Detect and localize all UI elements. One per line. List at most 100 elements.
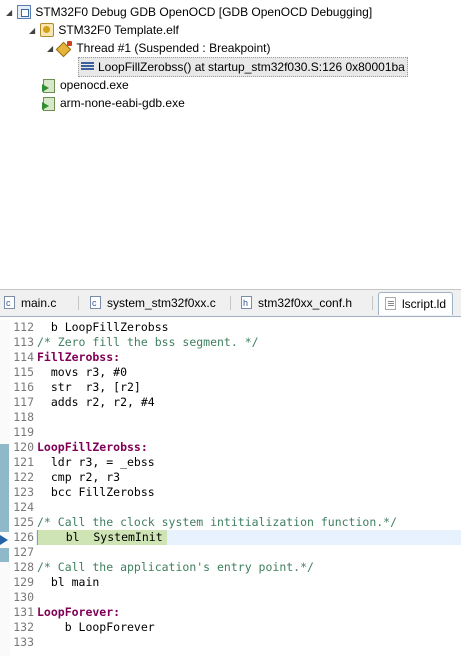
line-text[interactable]: movs r3, #0 [37,365,127,380]
debug-target-label: STM32F0 Template.elf [58,23,179,37]
line-number: 121 [13,455,34,469]
line-number: 115 [13,365,34,379]
code-line: 128/* Call the application's entry point… [0,560,461,575]
code-line: 117 adds r2, r2, #4 [0,395,461,410]
line-text[interactable]: bcc FillZerobss [37,485,155,500]
line-number: 130 [13,590,34,604]
editor-tab-bar: main.c system_stm32f0xx.c stm32f0xx_conf… [0,290,461,317]
process-label: arm-none-eabi-gdb.exe [60,96,185,110]
collapse-arrow-icon[interactable]: ◢ [47,40,55,58]
tab-system-stm32f0xx-c[interactable]: system_stm32f0xx.c [90,292,216,314]
tab-lscript-ld[interactable]: lscript.ld [378,292,454,315]
line-number: 126 [13,530,34,544]
line-number: 132 [13,620,34,634]
code-line: 120 LoopFillZerobss: [0,440,461,455]
current-line: 126 bl SystemInit [0,530,461,545]
tab-divider [78,296,79,310]
code-line: 114 FillZerobss: [0,350,461,365]
code-line: 129 bl main [0,575,461,590]
code-line: 116 str r3, [r2] [0,380,461,395]
line-text[interactable]: /* Call the clock system intitialization… [37,515,397,530]
code-line: 127 [0,545,461,560]
debug-target-node[interactable]: ◢ STM32F0 Template.elf [29,21,179,39]
line-number: 122 [13,470,34,484]
stack-frame-node[interactable]: LoopFillZerobss() at startup_stm32f030.S… [78,57,408,77]
c-file-icon [4,292,15,314]
line-number: 125 [13,515,34,529]
line-text[interactable]: LoopForever: [37,605,120,620]
code-line: 124 [0,500,461,515]
code-area[interactable]: 112 b LoopFillZerobss 113/* Zero fill th… [0,320,461,650]
line-number: 113 [13,335,34,349]
code-line: 130 [0,590,461,605]
collapse-arrow-icon[interactable]: ◢ [6,4,14,22]
code-line: 123 bcc FillZerobss [0,485,461,500]
line-number: 124 [13,500,34,514]
code-editor: main.c system_stm32f0xx.c stm32f0xx_conf… [0,289,461,656]
line-text[interactable]: bl SystemInit [37,530,167,545]
line-number: 133 [13,635,34,649]
tab-stm32f0xx-conf-h[interactable]: stm32f0xx_conf.h [241,292,352,314]
debug-view: ◢ STM32F0 Debug GDB OpenOCD [GDB OpenOCD… [0,0,461,289]
collapse-arrow-icon[interactable]: ◢ [29,22,37,40]
process-icon [42,78,56,93]
tab-label: system_stm32f0xx.c [107,296,216,310]
line-text[interactable]: b LoopFillZerobss [37,320,169,335]
process-icon [42,96,56,111]
thread-label: Thread #1 (Suspended : Breakpoint) [76,41,271,55]
tab-label: main.c [21,296,57,310]
stack-frame-label: LoopFillZerobss() at startup_stm32f030.S… [98,60,405,74]
tab-label: stm32f0xx_conf.h [258,296,353,310]
code-line: 132 b LoopForever [0,620,461,635]
tab-divider [230,296,231,310]
code-line: 131 LoopForever: [0,605,461,620]
line-text[interactable]: /* Zero fill the bss segment. */ [37,335,259,350]
debug-target-icon [40,22,55,37]
line-number: 119 [13,425,34,439]
code-line: 119 [0,425,461,440]
launch-config-icon [17,4,32,19]
process-label: openocd.exe [60,78,129,92]
code-line: 113/* Zero fill the bss segment. */ [0,335,461,350]
line-text[interactable]: LoopFillZerobss: [37,440,148,455]
code-line: 112 b LoopFillZerobss [0,320,461,335]
line-text[interactable]: adds r2, r2, #4 [37,395,155,410]
stack-frame-icon [81,61,94,72]
line-number: 120 [13,440,34,454]
c-file-icon [90,292,101,314]
code-line: 118 [0,410,461,425]
thread-node[interactable]: ◢ Thread #1 (Suspended : Breakpoint) [47,39,270,57]
line-text[interactable]: str r3, [r2] [37,380,141,395]
line-number: 116 [13,380,34,394]
line-text[interactable]: ldr r3, = _ebss [37,455,155,470]
code-line: 122 cmp r2, r3 [0,470,461,485]
ld-file-icon [385,297,396,311]
code-line: 121 ldr r3, = _ebss [0,455,461,470]
line-number: 112 [13,320,34,334]
line-text[interactable]: bl main [37,575,99,590]
code-line: 125/* Call the clock system intitializat… [0,515,461,530]
line-number: 117 [13,395,34,409]
process-node[interactable]: openocd.exe [42,76,129,94]
line-text[interactable]: cmp r2, r3 [37,470,120,485]
h-file-icon [241,292,252,314]
line-number: 114 [13,350,34,364]
line-text[interactable]: b LoopForever [37,620,155,635]
line-text[interactable]: FillZerobss: [37,350,120,365]
line-number: 118 [13,410,34,424]
process-node[interactable]: arm-none-eabi-gdb.exe [42,94,185,112]
line-number: 129 [13,575,34,589]
tab-main-c[interactable]: main.c [4,292,56,314]
tab-label: lscript.ld [402,297,447,311]
line-number: 127 [13,545,34,559]
code-line: 133 [0,635,461,650]
thread-suspended-icon [58,40,73,55]
line-text[interactable]: /* Call the application's entry point.*/ [37,560,314,575]
line-number: 123 [13,485,34,499]
launch-config-node[interactable]: ◢ STM32F0 Debug GDB OpenOCD [GDB OpenOCD… [6,3,372,21]
tab-divider [372,296,373,310]
line-number: 128 [13,560,34,574]
line-number: 131 [13,605,34,619]
launch-config-label: STM32F0 Debug GDB OpenOCD [GDB OpenOCD D… [35,5,373,19]
code-line: 115 movs r3, #0 [0,365,461,380]
